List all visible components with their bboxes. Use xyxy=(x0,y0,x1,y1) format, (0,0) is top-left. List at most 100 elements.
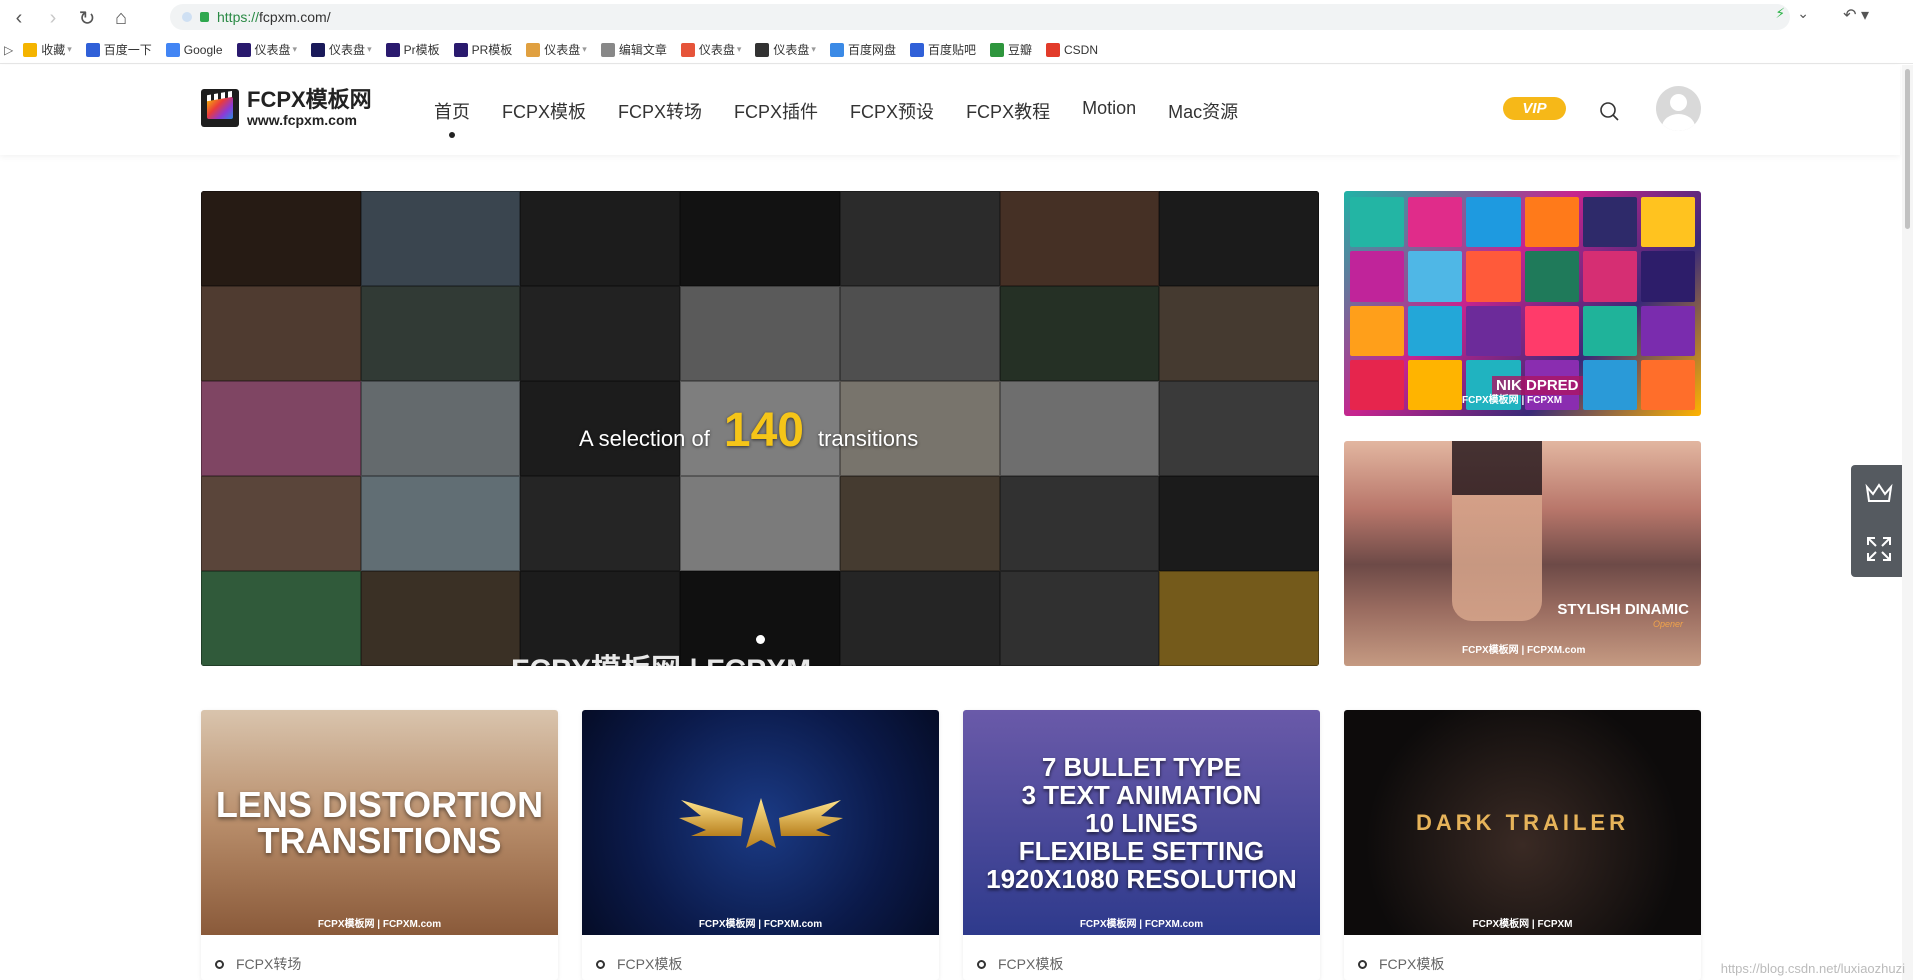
chevron-down-icon: ▾ xyxy=(811,44,816,54)
bookmark-item[interactable]: CSDN xyxy=(1045,42,1098,57)
card-category-label: FCPX转场 xyxy=(236,956,302,972)
card-thumbnail[interactable]: 7 BULLET TYPE 3 TEXT ANIMATION 10 LINES … xyxy=(963,710,1320,935)
logo-subtitle: www.fcpxm.com xyxy=(247,112,357,128)
card-category[interactable]: FCPX模板 xyxy=(977,954,1063,974)
bookmark-label: 编辑文章 xyxy=(618,43,667,57)
chevron-down-icon[interactable]: ⌄ xyxy=(1797,5,1809,22)
bookmark-label: 仪表盘 xyxy=(254,43,291,57)
slider-pagination-dot[interactable] xyxy=(756,635,765,644)
bookmark-label: 仪表盘 xyxy=(329,43,366,57)
forward-button[interactable]: › xyxy=(36,1,70,35)
crown-icon[interactable] xyxy=(1851,465,1907,521)
lock-icon xyxy=(200,12,209,22)
csdn-icon xyxy=(1045,42,1060,57)
chevron-down-icon: ▾ xyxy=(292,44,298,54)
reload-button[interactable]: ↻ xyxy=(70,1,104,35)
bookmark-label: Google xyxy=(183,42,223,57)
nav-item-motion[interactable]: Motion xyxy=(1082,98,1136,124)
doc-icon xyxy=(600,42,615,57)
search-icon[interactable] xyxy=(1599,101,1619,121)
speed-mode-icon[interactable]: ⚡ xyxy=(1775,5,1785,22)
back-button[interactable]: ‹ xyxy=(2,1,36,35)
bookmarks-bar: ▷ 收藏 ▾ 百度一下 Google 仪表盘 ▾ 仪表盘 ▾ Pr模板 PR模板 仪表盘 ▾ 编辑文章仪… xyxy=(0,36,1913,64)
side-banner-bottom[interactable]: STYLISH DINAMIC Opener FCPX模板网 | FCPXM.c… xyxy=(1344,441,1701,666)
slider-bottom-text: FCPX模板网 | FCPXM xyxy=(511,651,811,666)
bookmark-item[interactable]: 收藏 ▾ xyxy=(23,41,72,58)
google-icon xyxy=(165,42,180,57)
bookmark-item[interactable]: 仪表盘 ▾ xyxy=(311,41,372,58)
template-card[interactable]: FCPX模板网 | FCPXM.com FCPX模板 xyxy=(582,710,939,980)
bookmark-label: 百度网盘 xyxy=(847,43,896,57)
bookmark-item[interactable]: 编辑文章 xyxy=(600,41,667,58)
address-bar[interactable]: https://fcpxm.com/ xyxy=(170,4,1790,30)
chevron-down-icon: ▾ xyxy=(367,44,372,54)
site-header: FCPX模板网 www.fcpxm.com 首页 FCPX模板 FCPX转场 F… xyxy=(0,65,1900,155)
card-title-line: DARK TRAILER xyxy=(1416,809,1629,835)
nav-item-mac-resources[interactable]: Mac资源 xyxy=(1168,98,1238,124)
rainbow-icon xyxy=(526,42,541,57)
card-thumbnail[interactable]: LENS DISTORTION TRANSITIONS xyxy=(201,710,558,935)
card-category[interactable]: FCPX模板 xyxy=(1358,954,1444,974)
undo-close-tab-icon[interactable]: ↶ ▾ xyxy=(1843,5,1869,25)
url-host: fcpxm.com/ xyxy=(259,9,331,25)
template-card[interactable]: 7 BULLET TYPE 3 TEXT ANIMATION 10 LINES … xyxy=(963,710,1320,980)
template-card[interactable]: LENS DISTORTION TRANSITIONS FCPX模板网 | FCP… xyxy=(201,710,558,980)
chevron-down-icon: ▾ xyxy=(67,44,72,54)
bookmark-item[interactable]: 百度贴吧 xyxy=(909,41,976,58)
nav-item-fcpx-templates[interactable]: FCPX模板 xyxy=(502,98,586,124)
bookmark-item[interactable]: 仪表盘 ▾ xyxy=(680,41,741,58)
side-banner-watermark: FCPX模板网 | FCPXM.com xyxy=(1462,645,1586,656)
card-title-line: TRANSITIONS xyxy=(257,819,502,861)
douban-icon xyxy=(989,42,1004,57)
card-title-line: LENS DISTORTION xyxy=(215,783,544,825)
floating-toolbar xyxy=(1851,465,1907,577)
card-category[interactable]: FCPX转场 xyxy=(215,954,301,974)
fcpx-logo-icon xyxy=(201,89,239,127)
fullscreen-icon[interactable] xyxy=(1851,521,1907,577)
nav-item-home[interactable]: 首页 xyxy=(434,98,470,138)
bookmark-label: CSDN xyxy=(1063,42,1098,57)
nav-item-fcpx-tutorials[interactable]: FCPX教程 xyxy=(966,98,1050,124)
bookmark-label: 仪表盘 xyxy=(773,43,810,57)
bookmark-item[interactable]: Google xyxy=(165,42,223,57)
bookmark-item[interactable]: PR模板 xyxy=(453,41,513,58)
url-scheme: https:// xyxy=(217,9,260,25)
bookmark-label: 豆瓣 xyxy=(1007,43,1032,57)
bookmark-label: 百度贴吧 xyxy=(927,43,976,57)
side-banner-top[interactable]: NIK DPRED FCPX模板网 | FCPXM xyxy=(1344,191,1701,416)
category-dot-icon xyxy=(1358,959,1367,969)
card-category[interactable]: FCPX模板 xyxy=(596,954,682,974)
bookmark-item[interactable]: 仪表盘 ▾ xyxy=(236,41,298,58)
pr-round-icon xyxy=(680,42,695,57)
bookmark-label: PR模板 xyxy=(471,43,513,57)
site-logo[interactable]: FCPX模板网 www.fcpxm.com xyxy=(201,89,372,127)
page-watermark: https://blog.csdn.net/luxiaozhuzi xyxy=(1720,961,1905,976)
caption-prefix: A selection of xyxy=(579,426,710,451)
bookmark-label: 仪表盘 xyxy=(544,43,581,57)
avatar[interactable] xyxy=(1656,86,1701,131)
bookmark-item[interactable]: 百度网盘 xyxy=(829,41,896,58)
bookmark-label: Pr模板 xyxy=(403,43,440,57)
bookmark-item[interactable]: 仪表盘 ▾ xyxy=(526,41,587,58)
caption-suffix: transitions xyxy=(817,426,919,451)
template-card[interactable]: DARK TRAILER FCPX模板网 | FCPXM FCPX模板 xyxy=(1344,710,1701,980)
nav-item-fcpx-plugins[interactable]: FCPX插件 xyxy=(734,98,818,124)
bookmark-item[interactable]: 仪表盘 ▾ xyxy=(755,41,816,58)
site-info-icon[interactable] xyxy=(182,12,192,22)
card-title-line: FLEXIBLE SETTING xyxy=(1018,835,1265,866)
home-button[interactable]: ⌂ xyxy=(104,1,138,35)
bookmark-item[interactable]: 豆瓣 xyxy=(989,41,1032,58)
slider-caption: A selection of 140 transitions xyxy=(579,403,918,458)
page-scrollbar[interactable] xyxy=(1902,65,1913,980)
bookmark-item[interactable]: Pr模板 xyxy=(385,41,440,58)
nav-item-fcpx-presets[interactable]: FCPX预设 xyxy=(850,98,934,124)
bookmarks-toggle-icon[interactable]: ▷ xyxy=(4,43,13,57)
hero-slider[interactable]: A selection of 140 transitions FCPX模板网 |… xyxy=(201,191,1319,666)
chevron-down-icon: ▾ xyxy=(582,44,587,54)
card-title-line: 7 BULLET TYPE xyxy=(1041,751,1242,782)
nav-item-fcpx-transitions[interactable]: FCPX转场 xyxy=(618,98,702,124)
card-thumbnail[interactable]: DARK TRAILER xyxy=(1344,710,1701,935)
vip-button[interactable]: VIP xyxy=(1503,97,1566,120)
bookmark-item[interactable]: 百度一下 xyxy=(85,41,152,58)
card-thumbnail[interactable] xyxy=(582,710,939,935)
